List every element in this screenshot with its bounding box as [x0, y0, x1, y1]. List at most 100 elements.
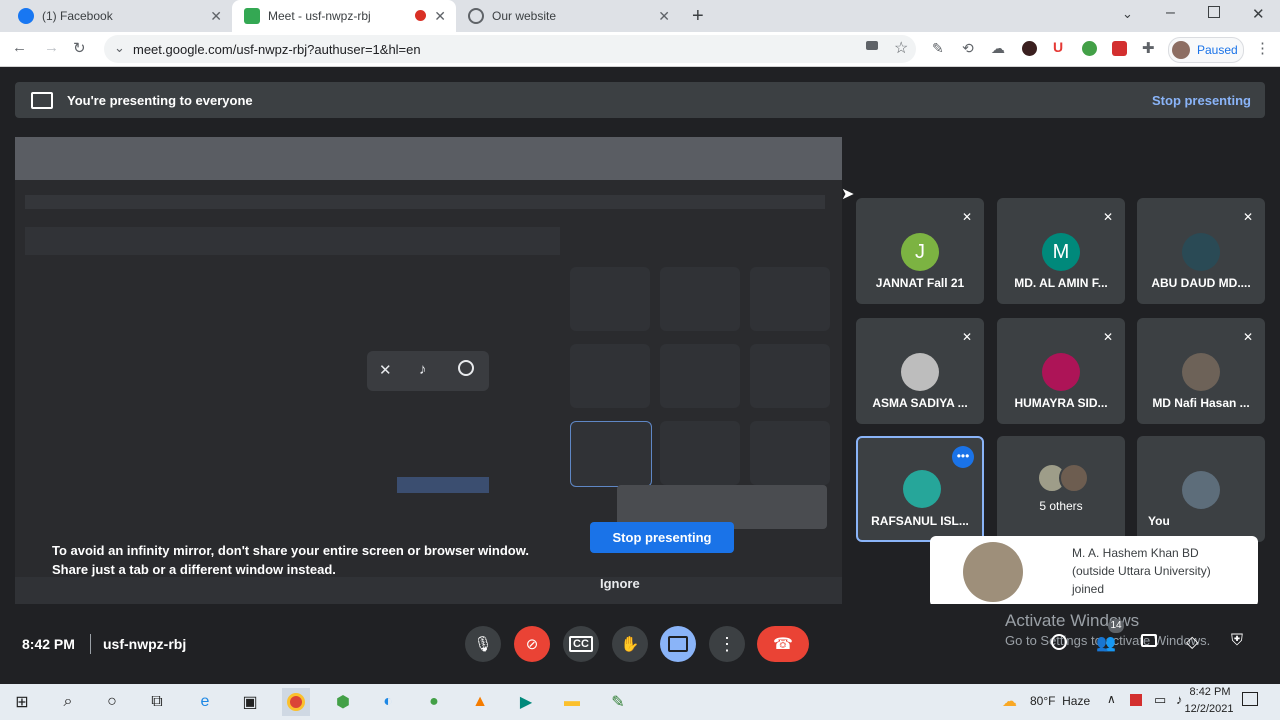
people-icon[interactable]: 👥 [1096, 633, 1116, 653]
extension-green-icon[interactable] [1082, 41, 1097, 56]
eyedropper-icon[interactable]: ✎ [932, 40, 944, 57]
mirror-stop-button [397, 477, 489, 493]
mute-icon[interactable]: ♪ [419, 361, 427, 378]
forward-icon[interactable]: → [44, 39, 59, 56]
notifications-icon[interactable] [1242, 692, 1258, 706]
camera-off-icon: ⊘ [525, 636, 539, 653]
profile-button[interactable]: Paused [1168, 37, 1244, 63]
close-icon[interactable]: ✕ [658, 8, 670, 25]
participant-tile[interactable]: ✕ M MD. AL AMIN F... [997, 198, 1125, 304]
clock-time[interactable]: 8:42 PM [1180, 686, 1240, 698]
close-icon[interactable]: ✕ [210, 8, 222, 25]
mirror-tile [570, 421, 652, 487]
extensions-puzzle-icon[interactable]: ✚ [1142, 39, 1155, 57]
edge-icon[interactable]: ◐ [374, 688, 402, 716]
maximize-icon[interactable] [1208, 6, 1220, 18]
nodejs-icon[interactable]: ⬢ [329, 688, 357, 716]
stop-presenting-link[interactable]: Stop presenting [1152, 93, 1251, 108]
weather-text[interactable]: 80°F Haze [1030, 694, 1090, 708]
extension-red-icon[interactable] [1112, 41, 1127, 56]
site-info-icon[interactable]: ⌄ [114, 40, 125, 56]
microphone-button[interactable]: 🎙 [465, 626, 501, 662]
participant-tile[interactable]: ✕ HUMAYRA SID... [997, 318, 1125, 424]
avatar [901, 353, 939, 391]
back-icon[interactable]: ← [12, 39, 27, 56]
tab-label: Our website [492, 9, 557, 23]
participant-name: RAFSANUL ISL... [871, 514, 969, 528]
remote-desktop-icon[interactable]: ▣ [236, 688, 264, 716]
file-explorer-icon[interactable]: ▬ [558, 688, 586, 716]
camera-icon[interactable] [866, 41, 878, 50]
extension-cloud-icon[interactable]: ☁ [991, 40, 1005, 57]
chrome-icon[interactable] [282, 688, 310, 716]
participant-tile[interactable]: You [1137, 436, 1265, 542]
address-bar[interactable]: ⌄ meet.google.com/usf-nwpz-rbj?authuser=… [104, 35, 916, 63]
notepad-icon[interactable]: ✎ [604, 688, 632, 716]
weather-icon: ☁ [1002, 693, 1017, 710]
clock-date[interactable]: 12/2/2021 [1170, 703, 1248, 715]
captions-button[interactable]: CC [563, 626, 599, 662]
minimize-icon[interactable]: – [1166, 4, 1175, 22]
reload-icon[interactable]: ↻ [73, 39, 86, 57]
toast-line-3: joined [1072, 582, 1105, 596]
menu-dots-icon[interactable]: ⋮ [1255, 39, 1270, 57]
hand-icon: ✋ [620, 636, 640, 653]
profile-status: Paused [1197, 43, 1238, 57]
new-tab-icon[interactable]: + [692, 5, 704, 28]
tab-bar: (1) Facebook ✕ Meet - usf-nwpz-rbj ✕ Our… [0, 0, 1280, 32]
tab-facebook[interactable]: (1) Facebook ✕ [0, 0, 232, 32]
avatar [1182, 353, 1220, 391]
camera-off-button[interactable]: ⊘ [514, 626, 550, 662]
more-options-button[interactable]: ⋮ [709, 626, 745, 662]
tab-meet[interactable]: Meet - usf-nwpz-rbj ✕ [232, 0, 456, 32]
participant-joined-toast: M. A. Hashem Khan BD (outside Uttara Uni… [930, 536, 1258, 607]
activities-icon[interactable]: ◇ [1186, 632, 1198, 652]
host-controls-icon[interactable]: ⛨ [1231, 632, 1243, 650]
search-icon[interactable]: ⌕ [54, 688, 82, 716]
more-vert-icon: ⋮ [718, 633, 736, 654]
participant-name: MD Nafi Hasan ... [1152, 396, 1250, 410]
participant-tile[interactable]: ✕ ABU DAUD MD.... [1137, 198, 1265, 304]
participant-tile[interactable]: ••• RAFSANUL ISL... [856, 436, 984, 542]
participant-grid: ✕ J JANNAT Fall 21 ✕ M MD. AL AMIN F... ✕ ABU D… [856, 198, 1266, 542]
internet-explorer-icon[interactable]: e [191, 688, 219, 716]
mic-off-icon: ✕ [1102, 210, 1113, 224]
present-icon [668, 636, 688, 652]
task-view-icon[interactable]: ⧉ [143, 688, 171, 716]
participant-tile[interactable]: ✕ J JANNAT Fall 21 [856, 198, 984, 304]
leave-call-button[interactable]: ☎ [757, 626, 809, 662]
hang-up-icon: ☎ [773, 636, 793, 653]
network-icon[interactable]: ▭ [1154, 692, 1166, 708]
meeting-details-icon[interactable] [1051, 634, 1067, 650]
tab-label: (1) Facebook [42, 9, 113, 23]
terminal-icon[interactable]: ▶ [512, 688, 540, 716]
vlc-icon[interactable]: ▲ [466, 688, 494, 716]
participant-tile[interactable]: ✕ ASMA SADIYA ... [856, 318, 984, 424]
close-icon[interactable]: ✕ [434, 8, 446, 25]
ignore-button[interactable]: Ignore [600, 576, 640, 591]
extension-u-icon[interactable]: U [1053, 39, 1063, 55]
mirror-panel [25, 227, 560, 255]
tray-chevron-icon[interactable]: ∧ [1107, 692, 1116, 706]
app-green-icon[interactable]: ● [420, 688, 448, 716]
star-icon[interactable]: ☆ [894, 38, 908, 58]
tab-our-website[interactable]: Our website ✕ [458, 0, 680, 32]
chevron-down-icon[interactable]: ⌄ [1122, 6, 1133, 22]
remove-icon[interactable] [458, 360, 474, 376]
tray-app-icon[interactable] [1130, 694, 1142, 706]
present-screen-icon [31, 92, 53, 109]
unpin-icon[interactable]: ✕ [379, 361, 392, 379]
stop-presenting-button[interactable]: Stop presenting [590, 522, 734, 553]
participant-tile[interactable]: ✕ MD Nafi Hasan ... [1137, 318, 1265, 424]
history-icon[interactable]: ⟲ [962, 40, 974, 57]
extension-k-icon[interactable] [1022, 41, 1037, 56]
mirror-tile [660, 267, 740, 331]
mirror-tile [750, 267, 830, 331]
cortana-icon[interactable]: ○ [98, 688, 126, 716]
raise-hand-button[interactable]: ✋ [612, 626, 648, 662]
present-now-button[interactable] [660, 626, 696, 662]
participant-tile[interactable]: 5 others [997, 436, 1125, 542]
chat-icon[interactable] [1141, 634, 1157, 647]
window-close-icon[interactable]: ✕ [1252, 5, 1265, 23]
windows-start-icon[interactable]: ⊞ [8, 688, 36, 716]
